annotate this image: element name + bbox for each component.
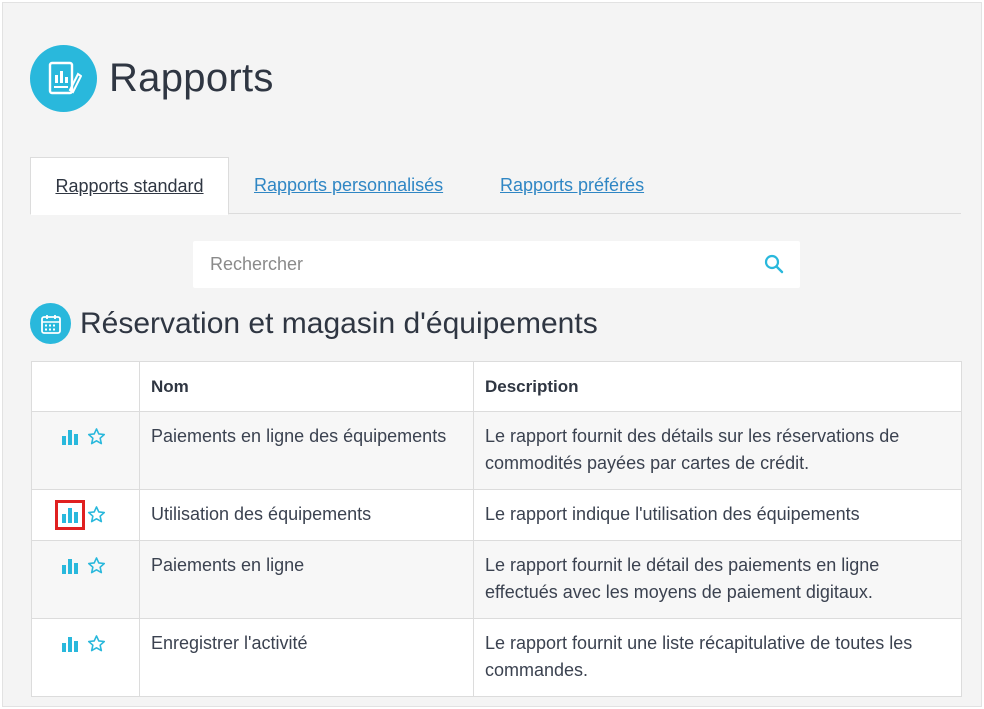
calendar-icon xyxy=(30,303,71,344)
row-name[interactable]: Enregistrer l'activité xyxy=(139,618,474,697)
page-container: Rapports Rapports standard Rapports pers… xyxy=(2,2,982,707)
report-document-icon xyxy=(30,45,97,112)
reports-table: Nom Description Paiements en ligne des é… xyxy=(31,361,962,697)
section-header: Réservation et magasin d'équipements xyxy=(30,303,598,344)
star-outline-icon[interactable] xyxy=(87,634,106,653)
header-description: Description xyxy=(473,361,962,412)
search-bar xyxy=(193,241,800,288)
star-outline-icon[interactable] xyxy=(87,556,106,575)
row-description: Le rapport fournit le détail des paiemen… xyxy=(473,540,962,619)
search-icon[interactable] xyxy=(764,254,784,279)
row-actions xyxy=(31,540,140,619)
row-actions xyxy=(31,411,140,490)
page-header: Rapports xyxy=(30,45,274,112)
row-actions xyxy=(31,618,140,697)
row-description: Le rapport indique l'utilisation des équ… xyxy=(473,489,962,541)
row-description: Le rapport fournit des détails sur les r… xyxy=(473,411,962,490)
row-name[interactable]: Utilisation des équipements xyxy=(139,489,474,541)
table-row: Enregistrer l'activité Le rapport fourni… xyxy=(31,618,962,697)
table-row: Paiements en ligne Le rapport fournit le… xyxy=(31,540,962,619)
row-actions xyxy=(31,489,140,541)
tab-rapports-standard[interactable]: Rapports standard xyxy=(30,157,229,215)
report-tabs: Rapports standard Rapports personnalisés… xyxy=(30,157,961,215)
star-outline-icon[interactable] xyxy=(87,505,106,524)
table-header-row: Nom Description xyxy=(31,361,962,412)
row-name[interactable]: Paiements en ligne des équipements xyxy=(139,411,474,490)
tab-rapports-preferes[interactable]: Rapports préférés xyxy=(500,157,644,214)
page-title: Rapports xyxy=(109,56,274,100)
bar-chart-icon[interactable] xyxy=(55,499,85,530)
row-name[interactable]: Paiements en ligne xyxy=(139,540,474,619)
search-input[interactable] xyxy=(193,241,753,288)
table-row: Paiements en ligne des équipements Le ra… xyxy=(31,411,962,490)
header-nom: Nom xyxy=(139,361,474,412)
bar-chart-icon[interactable] xyxy=(61,557,79,575)
section-title: Réservation et magasin d'équipements xyxy=(80,306,598,340)
header-actions xyxy=(31,361,140,412)
bar-chart-icon[interactable] xyxy=(61,635,79,653)
tab-rapports-personnalises[interactable]: Rapports personnalisés xyxy=(254,157,443,214)
star-outline-icon[interactable] xyxy=(87,427,106,446)
row-description: Le rapport fournit une liste récapitulat… xyxy=(473,618,962,697)
bar-chart-icon[interactable] xyxy=(61,428,79,446)
table-row: Utilisation des équipements Le rapport i… xyxy=(31,489,962,541)
